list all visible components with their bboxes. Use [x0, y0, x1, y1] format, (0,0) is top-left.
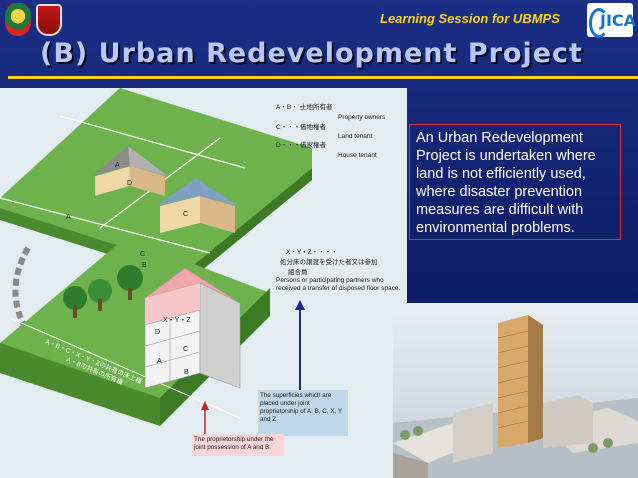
title-divider — [8, 76, 638, 79]
slide-title: (B) Urban Redevelopment Project — [40, 38, 583, 69]
svg-text:組合員: 組合員 — [288, 267, 308, 276]
floor-label-a: A — [157, 358, 162, 365]
floor-label-b: B — [184, 369, 189, 376]
svg-text:Land tenant: Land tenant — [338, 133, 373, 140]
lot-label-a-upper: A — [115, 162, 120, 169]
redevelopment-model-photo — [393, 303, 638, 478]
redevelopment-diagram: A D A C A・B・・ 土地所有者 Property owners C・・・… — [0, 88, 407, 478]
svg-text:Property owners: Property owners — [338, 114, 386, 121]
plate-label-b: B — [142, 262, 147, 269]
lot-label-c: C — [183, 211, 188, 218]
lot-label-d-upper: D — [127, 180, 132, 187]
floor-label-xyz: X・Y・Z — [163, 317, 191, 324]
crest-logo-icon — [5, 3, 31, 36]
svg-text:土地所有者: 土地所有者 — [300, 102, 333, 111]
svg-text:処分床の譲渡を受けた者又は参加: 処分床の譲渡を受けた者又は参加 — [280, 257, 378, 266]
session-label: Learning Session for UBMPS — [380, 11, 560, 26]
svg-text:X・Y・Z・・・・: X・Y・Z・・・・ — [286, 249, 338, 256]
lot-label-a-lower: A — [66, 214, 71, 221]
after-site: A・B・C・X・Y・Zの共有の床上権 A・Bの共有の所有権 X・Y・Z D C … — [0, 238, 270, 426]
floor-label-d: D — [155, 329, 160, 336]
plate-label-c: C — [140, 251, 145, 258]
shield-logo-icon — [36, 4, 62, 36]
svg-text:借家権者: 借家権者 — [300, 140, 327, 149]
description-textbox: An Urban Redevelopment Project is undert… — [409, 124, 621, 240]
slide-header: Learning Session for UBMPS JICA — [0, 0, 638, 40]
partners-legend: X・Y・Z・・・・ 処分床の譲渡を受けた者又は参加 組合員 Persons or… — [276, 249, 400, 292]
superficies-note: The superficies which are placed under j… — [258, 300, 348, 436]
svg-text:House tenant: House tenant — [338, 152, 377, 159]
floor-label-c: C — [183, 346, 188, 353]
jica-logo-icon: JICA — [587, 3, 636, 38]
svg-text:借地権者: 借地権者 — [300, 122, 327, 131]
